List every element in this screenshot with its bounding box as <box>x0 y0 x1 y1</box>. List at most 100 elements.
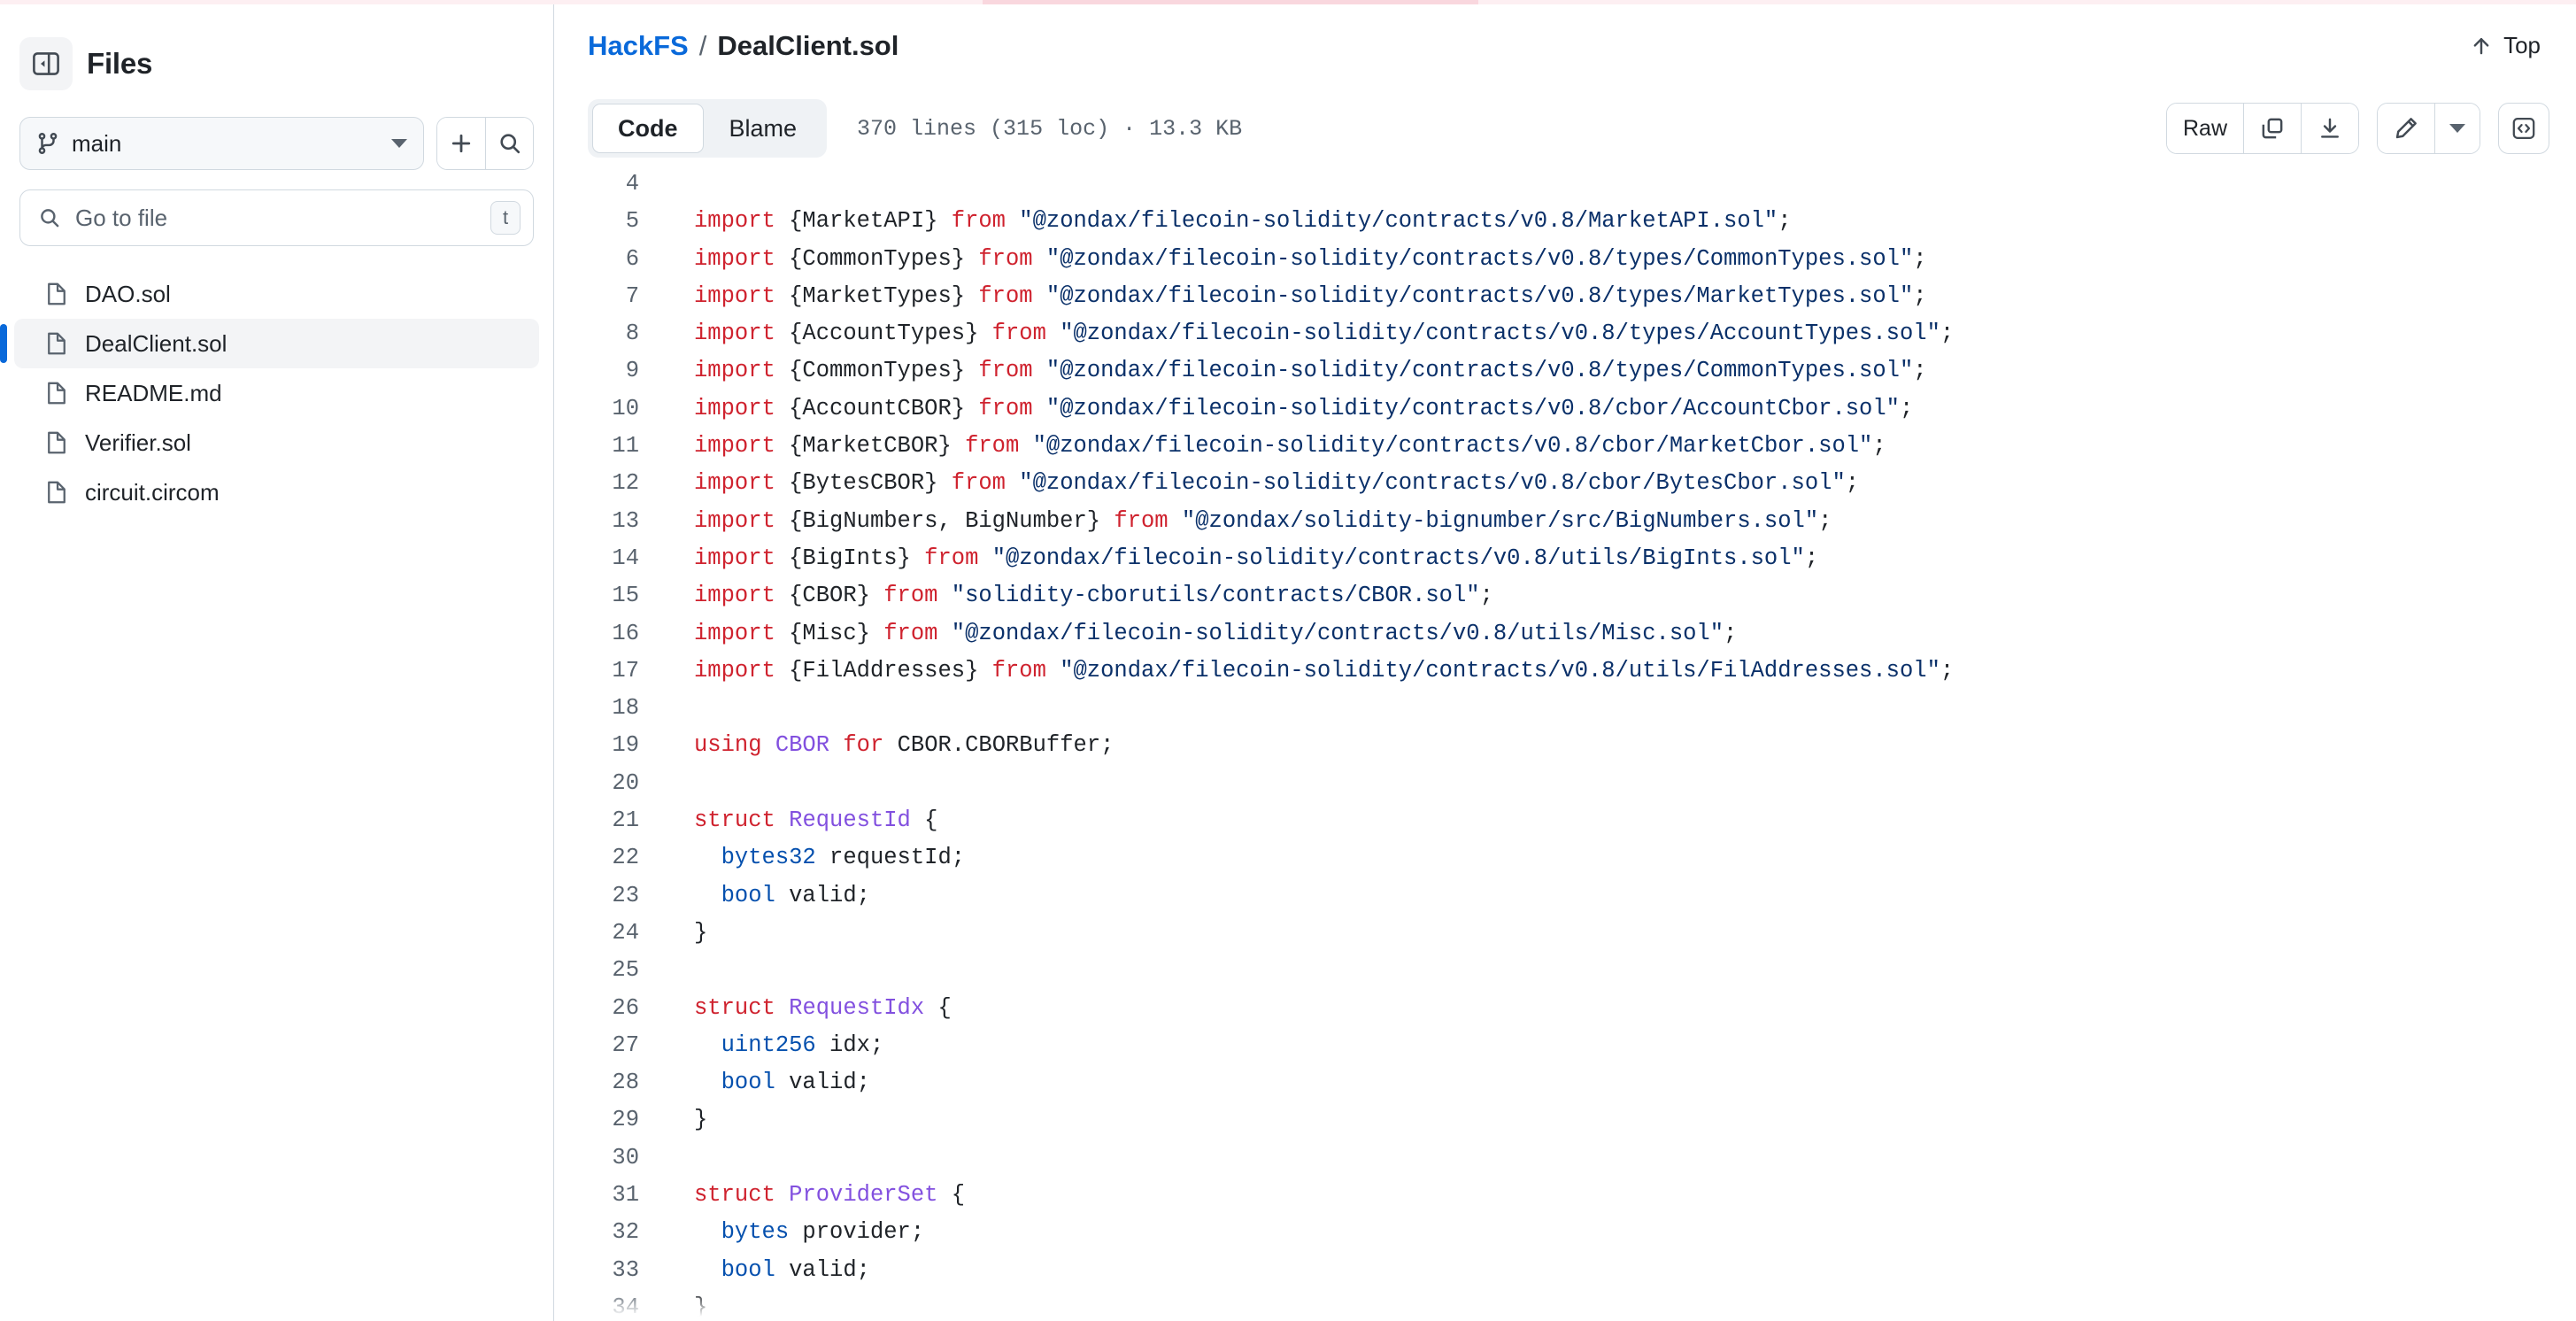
line-number[interactable]: 11 <box>554 428 662 465</box>
code-line: 30 <box>554 1139 2576 1177</box>
line-number[interactable]: 30 <box>554 1139 662 1177</box>
line-content: } <box>662 1101 2576 1139</box>
code-token: "@zondax/filecoin-solidity/contracts/v0.… <box>1045 282 1914 309</box>
code-token: CBOR <box>775 732 830 759</box>
tab-blame[interactable]: Blame <box>704 104 823 153</box>
code-token: struct <box>694 994 775 1021</box>
code-token: from <box>924 545 979 571</box>
symbols-panel-button[interactable] <box>2498 103 2549 154</box>
file-list-item[interactable]: Verifier.sol <box>14 418 539 467</box>
line-number[interactable]: 27 <box>554 1027 662 1064</box>
code-token: "@zondax/filecoin-solidity/contracts/v0.… <box>1045 245 1914 272</box>
line-number[interactable]: 9 <box>554 352 662 390</box>
code-token: { <box>910 807 938 834</box>
file-meta-info: 370 lines (315 loc) · 13.3 KB <box>857 115 1243 142</box>
line-number[interactable]: 18 <box>554 690 662 727</box>
file-name-label: DealClient.sol <box>85 329 228 357</box>
line-number[interactable]: 7 <box>554 278 662 315</box>
code-token: from <box>978 282 1033 309</box>
line-number[interactable]: 25 <box>554 952 662 989</box>
line-content: import {MarketTypes} from "@zondax/filec… <box>662 278 2576 315</box>
file-list-item[interactable]: circuit.circom <box>14 467 539 517</box>
line-number[interactable]: 33 <box>554 1252 662 1289</box>
download-raw-file-button[interactable] <box>2301 104 2358 153</box>
sidebar-search-button[interactable] <box>485 118 533 169</box>
github-code-viewer: Files main Go to file t DAO.sol DealClie… <box>0 0 2576 1321</box>
line-number[interactable]: 22 <box>554 839 662 877</box>
download-icon <box>2321 118 2339 138</box>
sidebar-collapse-icon[interactable] <box>19 37 73 90</box>
line-number[interactable]: 32 <box>554 1214 662 1251</box>
line-number[interactable]: 26 <box>554 990 662 1027</box>
file-list-item[interactable]: DAO.sol <box>14 269 539 319</box>
branch-selector[interactable]: main <box>19 117 424 170</box>
code-line: 14 import {BigInts} from "@zondax/filecoi… <box>554 540 2576 577</box>
line-number[interactable]: 15 <box>554 577 662 614</box>
code-token: } <box>694 919 708 946</box>
code-token: {MarketAPI} <box>775 208 952 235</box>
file-list-item[interactable]: DealClient.sol <box>0 319 539 368</box>
code-line: 27 uint256 idx; <box>554 1027 2576 1064</box>
code-token: {FilAddresses} <box>775 657 992 684</box>
code-token: RequestId <box>789 807 911 834</box>
line-number[interactable]: 4 <box>554 166 662 203</box>
code-viewport[interactable]: 4 5 import {MarketAPI} from "@zondax/file… <box>554 166 2576 1321</box>
code-token: from <box>978 358 1033 384</box>
code-line: 19 using CBOR for CBOR.CBORBuffer; <box>554 727 2576 764</box>
search-icon <box>41 209 59 228</box>
line-number[interactable]: 14 <box>554 540 662 577</box>
line-number[interactable]: 28 <box>554 1064 662 1101</box>
line-content: uint256 idx; <box>662 1027 2576 1064</box>
breadcrumb-repo-link[interactable]: HackFS <box>588 30 689 62</box>
line-number[interactable]: 6 <box>554 241 662 278</box>
line-number[interactable]: 8 <box>554 315 662 352</box>
line-number[interactable]: 21 <box>554 802 662 839</box>
line-number[interactable]: 19 <box>554 727 662 764</box>
raw-copy-download-group: Raw <box>2165 103 2359 154</box>
edit-file-button[interactable] <box>2378 104 2434 153</box>
code-token: ; <box>1899 395 1914 421</box>
line-number[interactable]: 10 <box>554 390 662 428</box>
line-number[interactable]: 24 <box>554 915 662 952</box>
edit-options-dropdown[interactable] <box>2434 104 2480 153</box>
line-number[interactable]: 12 <box>554 465 662 502</box>
file-content-pane: HackFS / DealClient.sol Top Code Blame 3… <box>553 0 2576 1321</box>
code-token: bytes32 <box>721 845 816 871</box>
line-number[interactable]: 34 <box>554 1289 662 1321</box>
line-number[interactable]: 20 <box>554 765 662 802</box>
tab-code[interactable]: Code <box>592 104 704 153</box>
code-line: 6 import {CommonTypes} from "@zondax/file… <box>554 241 2576 278</box>
raw-button[interactable]: Raw <box>2166 104 2243 153</box>
copy-raw-contents-button[interactable] <box>2243 104 2301 153</box>
line-number[interactable]: 31 <box>554 1177 662 1214</box>
search-input[interactable]: Go to file t <box>19 189 534 246</box>
code-token: from <box>951 208 1006 235</box>
line-number[interactable]: 5 <box>554 203 662 240</box>
code-line: 23 bool valid; <box>554 877 2576 915</box>
chevron-down-icon <box>391 139 407 148</box>
file-name-label: DAO.sol <box>85 280 171 307</box>
breadcrumb-file-name: DealClient.sol <box>717 29 899 61</box>
code-token: valid; <box>775 1070 870 1096</box>
code-token: import <box>694 433 775 460</box>
line-number[interactable]: 13 <box>554 503 662 540</box>
line-number[interactable]: 17 <box>554 653 662 690</box>
code-line: 32 bytes provider; <box>554 1214 2576 1251</box>
line-number[interactable]: 23 <box>554 877 662 915</box>
scroll-to-top-button[interactable]: Top <box>2466 27 2544 65</box>
sidebar-header: Files <box>0 0 553 90</box>
code-token: from <box>991 657 1046 684</box>
add-file-button[interactable] <box>437 118 485 169</box>
line-number[interactable]: 29 <box>554 1101 662 1139</box>
file-list-item[interactable]: README.md <box>14 368 539 418</box>
code-token: ; <box>1804 545 1819 571</box>
line-number[interactable]: 16 <box>554 615 662 653</box>
code-token: import <box>694 507 775 534</box>
